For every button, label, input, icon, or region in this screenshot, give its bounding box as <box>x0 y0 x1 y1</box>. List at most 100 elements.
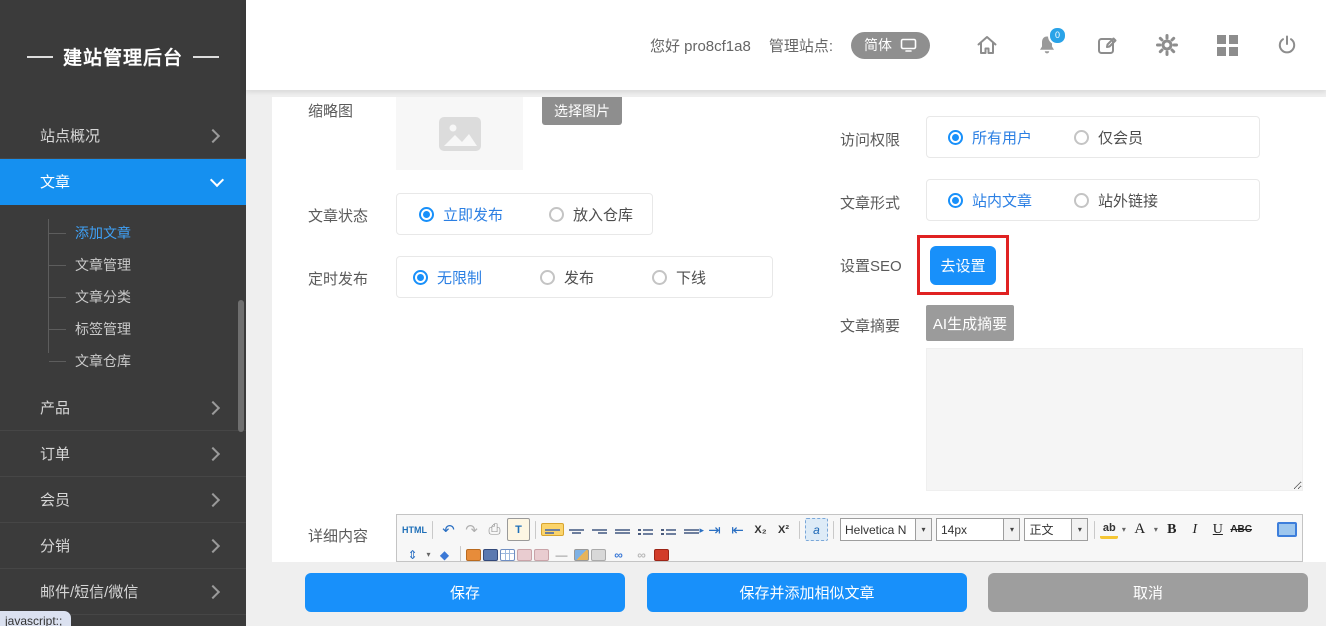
paste-as-text-icon[interactable]: T <box>507 518 530 541</box>
toolbar-sep <box>535 521 536 539</box>
highlight-caret-icon[interactable]: ▾ <box>1119 519 1128 540</box>
anchor-icon[interactable] <box>591 549 606 561</box>
language-label: 简体 <box>864 35 892 55</box>
logo-dash-right <box>193 56 219 58</box>
align-justify-icon[interactable] <box>612 524 633 535</box>
schedule-radio-group: 无限制 发布 下线 <box>396 256 773 298</box>
schedule-label: 定时发布 <box>308 268 368 289</box>
indent-icon[interactable]: ⇥ <box>704 519 725 540</box>
remove-link-icon[interactable]: ∞ <box>631 544 652 562</box>
language-toggle[interactable]: 简体 <box>851 32 930 59</box>
font-color-caret-icon[interactable]: ▾ <box>1151 519 1160 540</box>
format-eraser-icon[interactable]: ◆ <box>434 544 455 562</box>
insert-video-icon[interactable] <box>483 549 498 561</box>
toolbar-sep <box>432 521 433 539</box>
sidebar-item-mail-sms-wechat[interactable]: 邮件/短信/微信 <box>0 569 246 615</box>
chevron-right-icon <box>206 492 220 506</box>
thumbnail-preview[interactable] <box>396 97 523 170</box>
home-button[interactable] <box>974 32 1000 58</box>
paragraph-style-select[interactable]: 正文 ▾ <box>1024 518 1088 541</box>
article-type-label: 文章形式 <box>840 192 900 213</box>
sidebar-item-distribution[interactable]: 分销 <box>0 523 246 569</box>
notifications-button[interactable]: 0 <box>1034 32 1060 58</box>
superscript-icon[interactable]: X² <box>773 519 794 540</box>
export-pdf-icon[interactable] <box>654 549 669 561</box>
sidebar-item-articles[interactable]: 文章 <box>0 159 246 205</box>
unordered-list-icon[interactable] <box>658 524 679 535</box>
align-right-icon[interactable] <box>589 524 610 535</box>
apps-button[interactable] <box>1214 32 1240 58</box>
image-placeholder-icon <box>438 116 482 152</box>
radio-put-in-warehouse[interactable]: 放入仓库 <box>549 204 633 225</box>
align-left-icon[interactable] <box>541 523 564 536</box>
radio-publish-now[interactable]: 立即发布 <box>419 204 503 225</box>
toolbar-sep <box>833 521 834 539</box>
editor-toolbar-format-icons: ab▾A▾BIUABC <box>1090 519 1298 540</box>
font-size-select[interactable]: 14px ▾ <box>936 518 1020 541</box>
sidebar-item-members[interactable]: 会员 <box>0 477 246 523</box>
logout-button[interactable] <box>1274 32 1300 58</box>
outdent-icon[interactable]: ⇤ <box>727 519 748 540</box>
radio-external-link[interactable]: 站外链接 <box>1074 190 1158 211</box>
chevron-right-icon <box>206 128 220 142</box>
admin-page: 建站管理后台 站点概况 文章 添加文章 文章管理 文章分类 标签管理 文章仓库 … <box>0 0 1326 626</box>
horizontal-rule-icon[interactable]: — <box>551 544 572 562</box>
editor-toolbar-row1-icons: HTML ↶↷⎙T ⇥⇤X₂X² a <box>401 518 838 541</box>
font-family-select[interactable]: Helvetica N ▾ <box>840 518 932 541</box>
char-border-icon[interactable]: a <box>805 518 828 541</box>
ai-generate-summary-button[interactable]: AI生成摘要 <box>926 305 1014 341</box>
print-icon[interactable]: ⎙ <box>484 519 505 540</box>
align-center-icon[interactable] <box>566 524 587 535</box>
access-radio-group: 所有用户 仅会员 <box>926 116 1260 158</box>
radio-onsite-article[interactable]: 站内文章 <box>948 190 1032 211</box>
save-and-add-similar-button[interactable]: 保存并添加相似文章 <box>647 573 967 612</box>
radio-members-only[interactable]: 仅会员 <box>1074 127 1143 148</box>
chevron-right-icon <box>206 400 220 414</box>
font-color-icon[interactable]: A <box>1129 519 1150 540</box>
highlight-color-icon[interactable]: ab <box>1100 520 1118 539</box>
sidebar-scrollbar[interactable] <box>238 300 244 432</box>
redo-icon[interactable]: ↷ <box>461 519 482 540</box>
html-source-icon[interactable]: HTML <box>402 519 427 540</box>
radio-selected-icon <box>413 270 428 285</box>
sidebar-subitem-article-warehouse[interactable]: 文章仓库 <box>0 345 246 377</box>
insert-media-icon[interactable] <box>534 549 549 561</box>
sidebar-item-orders[interactable]: 订单 <box>0 431 246 477</box>
undo-icon[interactable]: ↶ <box>438 519 459 540</box>
sidebar-item-site-overview[interactable]: 站点概况 <box>0 113 246 159</box>
ordered-list-icon[interactable] <box>635 524 656 535</box>
content-label: 详细内容 <box>308 525 368 546</box>
image-gallery-icon[interactable] <box>574 549 589 561</box>
save-button[interactable]: 保存 <box>305 573 625 612</box>
sidebar-subitem-tag-management[interactable]: 标签管理 <box>0 313 246 345</box>
choose-image-button[interactable]: 选择图片 <box>542 97 622 125</box>
sidebar-subitem-article-categories[interactable]: 文章分类 <box>0 281 246 313</box>
line-height-icon[interactable]: ⇕ <box>402 544 423 562</box>
fullscreen-icon[interactable] <box>1277 522 1297 537</box>
subscript-icon[interactable]: X₂ <box>750 519 771 540</box>
strikethrough-icon[interactable]: ABC <box>1230 519 1252 540</box>
go-setup-seo-button[interactable]: 去设置 <box>930 246 996 285</box>
radio-no-limit[interactable]: 无限制 <box>413 267 482 288</box>
sidebar-item-products[interactable]: 产品 <box>0 385 246 431</box>
insert-map-icon[interactable] <box>517 549 532 561</box>
insert-table-icon[interactable] <box>500 549 515 561</box>
radio-publish-time[interactable]: 发布 <box>540 267 594 288</box>
app-logo: 建站管理后台 <box>0 0 246 113</box>
radio-offline-time[interactable]: 下线 <box>652 267 706 288</box>
text-direction-icon[interactable] <box>681 524 702 535</box>
line-height-caret-icon[interactable]: ▾ <box>424 544 433 562</box>
underline-icon[interactable]: U <box>1207 519 1228 540</box>
select-arrow-icon: ▾ <box>1003 519 1019 540</box>
cancel-button[interactable]: 取消 <box>988 573 1308 612</box>
edit-button[interactable] <box>1094 32 1120 58</box>
summary-textarea[interactable] <box>926 348 1303 491</box>
bold-icon[interactable]: B <box>1161 519 1182 540</box>
insert-image-icon[interactable] <box>466 549 481 561</box>
insert-link-icon[interactable]: ∞ <box>608 544 629 562</box>
radio-all-users[interactable]: 所有用户 <box>948 127 1032 148</box>
italic-icon[interactable]: I <box>1184 519 1205 540</box>
sidebar-subitem-article-management[interactable]: 文章管理 <box>0 249 246 281</box>
sidebar-subitem-add-article[interactable]: 添加文章 <box>0 217 246 249</box>
settings-button[interactable] <box>1154 32 1180 58</box>
